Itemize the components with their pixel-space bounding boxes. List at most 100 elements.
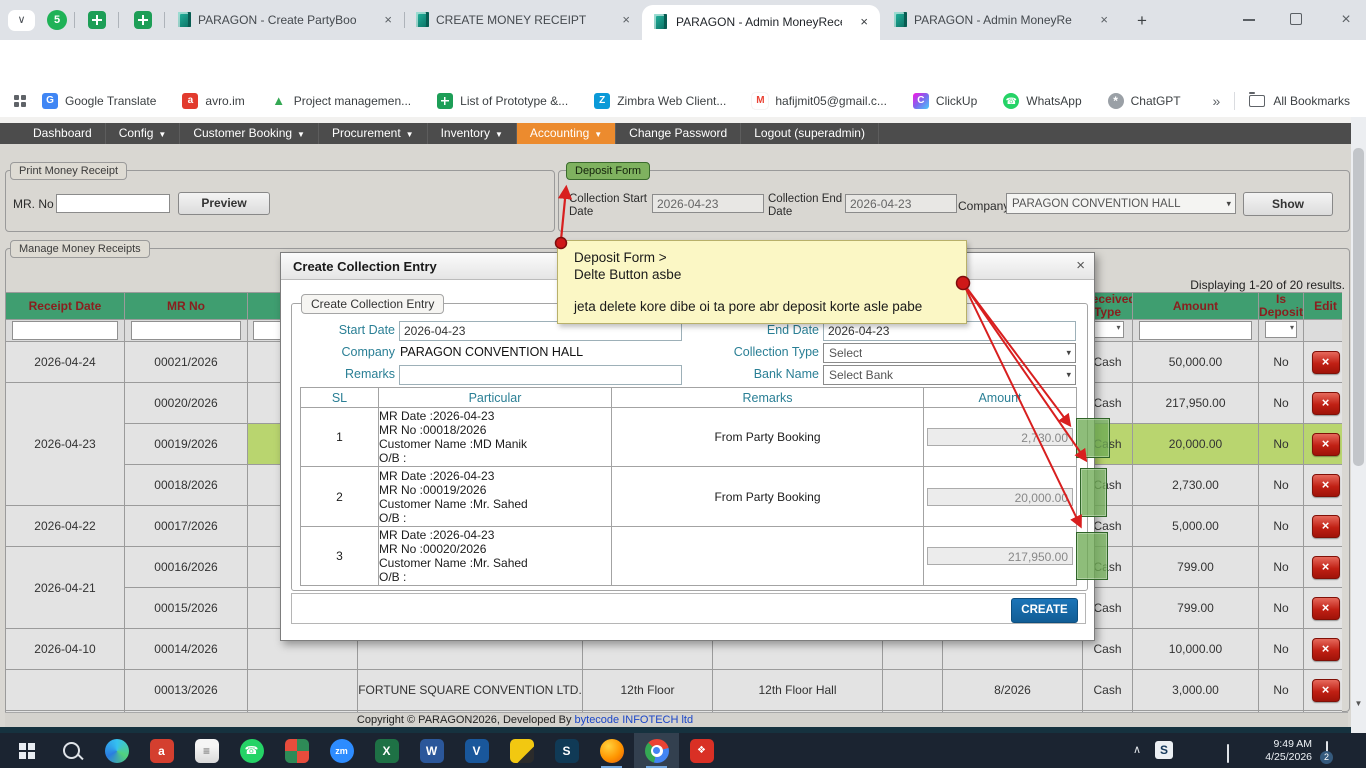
taskbar-notes-app[interactable]: ≡	[184, 733, 229, 768]
delete-row-button[interactable]: ×	[1311, 555, 1340, 579]
delete-row-button[interactable]: ×	[1311, 432, 1340, 456]
taskbar-yellow-app[interactable]	[499, 733, 544, 768]
tray-clock[interactable]: 9:49 AM 4/25/2026	[1248, 738, 1312, 763]
dropdown-caret-icon: ▼	[494, 130, 503, 139]
tab-paragon-admin-moneyreceipt-active[interactable]: PARAGON - Admin MoneyRece ×	[642, 5, 880, 40]
bookmark-google-translate[interactable]: G Google Translate	[42, 92, 156, 109]
tray-show-hidden-icons[interactable]: ∧	[1133, 743, 1141, 768]
filter-received-type-select[interactable]: ▾	[1091, 320, 1124, 338]
scroll-down-arrow-icon[interactable]: ▼	[1352, 699, 1365, 708]
taskbar-zoom[interactable]: zm	[319, 733, 364, 768]
bookmark-whatsapp[interactable]: ☎ WhatsApp	[1003, 92, 1082, 109]
table-row[interactable]: 00013/2026 FORTUNE SQUARE CONVENTION LTD…	[5, 669, 1342, 711]
tray-notifications[interactable]: 2	[1320, 741, 1333, 768]
pinned-tab-sheets-icon[interactable]	[88, 11, 106, 29]
bookmark-list-of-prototype[interactable]: List of Prototype &...	[437, 92, 568, 109]
tab-search-button[interactable]: ∨	[8, 10, 35, 31]
taskbar-edge[interactable]	[94, 733, 139, 768]
start-date-input[interactable]	[399, 321, 682, 341]
col-is-deposit[interactable]: Is Deposit	[1258, 292, 1304, 320]
col-mr-no[interactable]: MR No	[124, 292, 248, 320]
bookmark-project-management[interactable]: ▲ Project managemen...	[271, 93, 411, 109]
taskbar-excel[interactable]: X	[364, 733, 409, 768]
col-amount[interactable]: Amount	[1132, 292, 1259, 320]
company-select[interactable]: PARAGON CONVENTION HALL ▾	[1006, 193, 1236, 214]
browser-scrollbar[interactable]	[1351, 117, 1366, 733]
dialog-close-icon[interactable]: ×	[1076, 257, 1085, 274]
pinned-tab-whatsapp-badge[interactable]: 5	[47, 10, 67, 30]
delete-row-button[interactable]: ×	[1311, 473, 1340, 497]
filter-is-deposit-select[interactable]: ▾	[1265, 320, 1297, 338]
taskbar-pinwheel-app[interactable]	[274, 733, 319, 768]
window-close-button[interactable]: ×	[1334, 8, 1358, 32]
remarks-input[interactable]	[399, 365, 682, 385]
tab-close-icon[interactable]: ×	[622, 12, 630, 27]
window-minimize-button[interactable]	[1243, 19, 1255, 21]
collection-end-date-input[interactable]	[845, 194, 957, 213]
tab-paragon-create-partybooking[interactable]: PARAGON - Create PartyBookin ×	[170, 8, 402, 34]
bookmark-zimbra[interactable]: Z Zimbra Web Client...	[594, 92, 726, 109]
delete-row-button[interactable]: ×	[1311, 637, 1340, 661]
mr-no-input[interactable]	[56, 194, 170, 213]
bookmark-clickup[interactable]: C ClickUp	[912, 92, 977, 109]
end-date-input[interactable]	[823, 321, 1076, 341]
taskbar-red-app[interactable]: ❖	[679, 733, 724, 768]
taskbar-firefox[interactable]	[589, 733, 634, 768]
nav-customer-booking[interactable]: Customer Booking ▼	[180, 123, 319, 144]
new-tab-button[interactable]: +	[1130, 9, 1154, 33]
taskbar-sublime[interactable]: S	[544, 733, 589, 768]
tray-battery[interactable]	[1227, 744, 1229, 768]
tab-close-icon[interactable]: ×	[860, 14, 868, 29]
bank-name-select[interactable]: Select Bank ▾	[823, 365, 1076, 385]
delete-row-button[interactable]: ×	[1311, 514, 1340, 538]
cell-code: 8/2026	[942, 669, 1083, 711]
apps-grid-icon[interactable]	[14, 94, 26, 107]
nav-procurement[interactable]: Procurement ▼	[319, 123, 428, 144]
create-button[interactable]: CREATE	[1011, 598, 1078, 623]
collection-start-date-input[interactable]	[652, 194, 764, 213]
nav-change-password[interactable]: Change Password	[616, 123, 742, 144]
nav-logout[interactable]: Logout (superadmin)	[741, 123, 879, 144]
all-bookmarks-button[interactable]: All Bookmarks	[1273, 94, 1350, 108]
filter-amount-input[interactable]	[1139, 321, 1252, 340]
taskbar-word[interactable]: W	[409, 733, 454, 768]
bookmarks-overflow-icon[interactable]: »	[1213, 93, 1221, 109]
tab-close-icon[interactable]: ×	[1100, 12, 1108, 27]
nav-inventory[interactable]: Inventory ▼	[428, 123, 517, 144]
scrollbar-thumb[interactable]	[1353, 148, 1364, 466]
start-date-label: Start Date	[338, 323, 395, 337]
amount-input-disabled[interactable]: 20,000.00	[927, 487, 1073, 506]
filter-mr-no-input[interactable]	[131, 321, 241, 340]
col-receipt-date[interactable]: Receipt Date	[5, 292, 125, 320]
amount-input-disabled[interactable]: 217,950.00	[927, 547, 1073, 565]
nav-dashboard[interactable]: Dashboard	[20, 123, 106, 144]
bookmark-chatgpt[interactable]: * ChatGPT	[1107, 92, 1181, 109]
amount-input-disabled[interactable]: 2,730.00	[927, 428, 1073, 446]
taskbar-avro[interactable]: a	[139, 733, 184, 768]
bookmark-gmail[interactable]: Mhafijmit05@gmail.c...	[752, 92, 887, 109]
nav-config[interactable]: Config ▼	[106, 123, 181, 144]
bookmark-avro[interactable]: a avro.im	[182, 92, 245, 109]
taskbar-whatsapp[interactable]: ☎	[229, 733, 274, 768]
delete-row-button[interactable]: ×	[1311, 678, 1340, 702]
filter-receipt-date-input[interactable]	[11, 321, 119, 340]
taskbar-chrome-active[interactable]	[634, 733, 679, 768]
pinned-tab-sheets-icon[interactable]	[134, 11, 152, 29]
collection-type-select[interactable]: Select ▾	[823, 343, 1076, 363]
tab-paragon-admin-moneyreceipt-2[interactable]: PARAGON - Admin MoneyRece ×	[886, 8, 1118, 34]
taskbar-search-button[interactable]	[49, 733, 94, 768]
delete-row-button[interactable]: ×	[1311, 350, 1340, 374]
delete-row-button[interactable]: ×	[1311, 391, 1340, 415]
delete-row-button[interactable]: ×	[1311, 596, 1340, 620]
nav-accounting[interactable]: Accounting ▼	[516, 123, 617, 144]
tray-sublime-icon[interactable]: S	[1155, 741, 1173, 768]
cell-amount: 217,950.00	[1132, 382, 1259, 424]
taskbar-v-app[interactable]: V	[454, 733, 499, 768]
developer-link[interactable]: bytecode INFOTECH ltd	[575, 714, 694, 726]
preview-button[interactable]: Preview	[178, 192, 270, 215]
start-button[interactable]	[4, 733, 49, 768]
show-button[interactable]: Show	[1243, 192, 1333, 216]
tab-close-icon[interactable]: ×	[384, 12, 392, 27]
window-maximize-button[interactable]	[1290, 13, 1302, 25]
tab-create-money-receipt[interactable]: CREATE MONEY RECEIPT ×	[408, 8, 640, 34]
